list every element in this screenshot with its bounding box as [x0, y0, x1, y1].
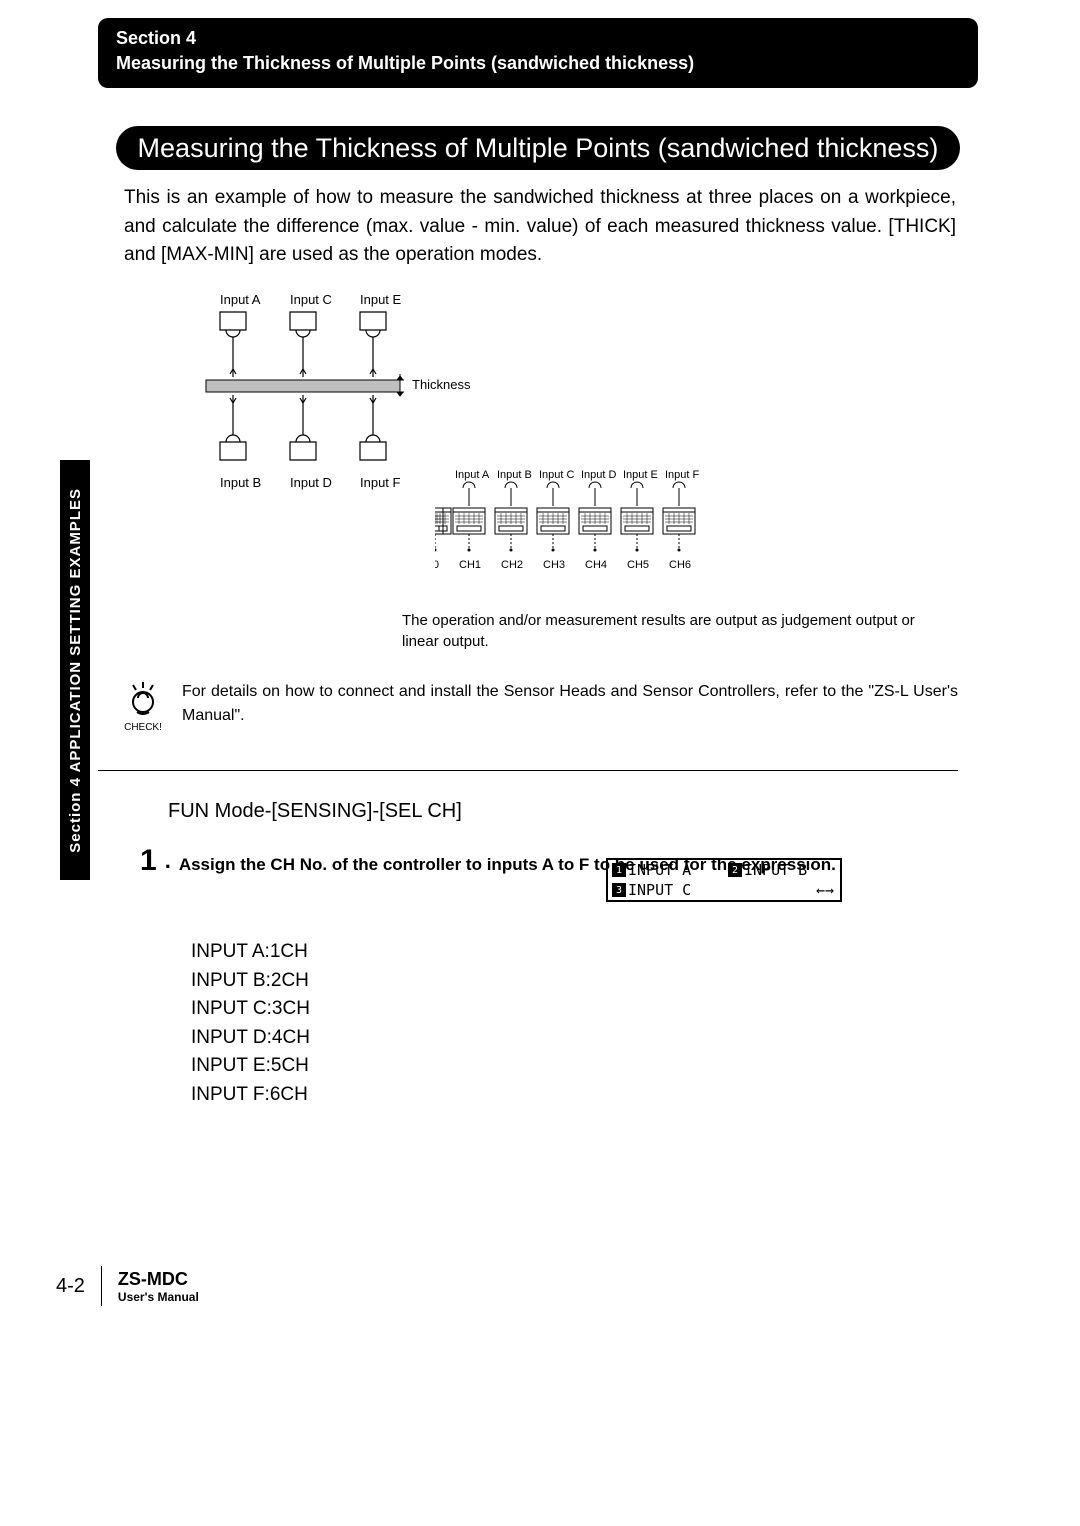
svg-text:CH4: CH4: [585, 559, 607, 571]
label-input-c: Input C: [290, 292, 332, 307]
section-title: Measuring the Thickness of Multiple Poin…: [116, 53, 960, 74]
check-icon: CHECK!: [118, 680, 168, 733]
svg-text:Input B: Input B: [497, 469, 532, 481]
output-note: The operation and/or measurement results…: [402, 610, 942, 652]
label-input-e: Input E: [360, 292, 402, 307]
svg-text:CH1: CH1: [459, 559, 481, 571]
manual-label: User's Manual: [118, 1290, 199, 1304]
svg-text:CH0: CH0: [435, 559, 439, 571]
sidebar-label: Section 4 APPLICATION SETTING EXAMPLES: [67, 488, 84, 853]
svg-text:CH5: CH5: [627, 559, 649, 571]
page-footer: 4-2 ZS-MDC User's Manual: [56, 1266, 199, 1306]
fun-mode-path: FUN Mode-[SENSING]-[SEL CH]: [168, 800, 462, 823]
list-item: INPUT A:1CH: [191, 938, 310, 967]
label-input-f: Input F: [360, 475, 401, 490]
list-item: INPUT E:5CH: [191, 1052, 310, 1081]
lcd-cell-2: 2INPUT B: [724, 861, 840, 879]
svg-text:Input C: Input C: [539, 469, 575, 481]
step-text: Assign the CH No. of the controller to i…: [179, 846, 960, 878]
footer-divider: [101, 1266, 102, 1306]
page-number: 4-2: [56, 1275, 85, 1298]
svg-text:Input A: Input A: [455, 469, 490, 481]
lcd-display: 1INPUT A 2INPUT B 3INPUT C ←→: [606, 858, 842, 902]
check-note: CHECK! For details on how to connect and…: [118, 680, 958, 733]
list-item: INPUT D:4CH: [191, 1024, 310, 1053]
sidebar-tab: Section 4 APPLICATION SETTING EXAMPLES: [60, 460, 90, 880]
svg-text:Input F: Input F: [665, 469, 700, 481]
lcd-arrow: ←→: [724, 881, 840, 899]
topic-title: Measuring the Thickness of Multiple Poin…: [138, 133, 939, 164]
intro-paragraph: This is an example of how to measure the…: [124, 184, 956, 270]
svg-text:CH3: CH3: [543, 559, 565, 571]
controller-diagram: Input A Input B Input C Input D Input E …: [435, 468, 835, 613]
label-input-a: Input A: [220, 292, 261, 307]
divider: [98, 770, 958, 771]
section-number: Section 4: [116, 28, 960, 49]
list-item: INPUT B:2CH: [191, 967, 310, 996]
input-channel-list: INPUT A:1CH INPUT B:2CH INPUT C:3CH INPU…: [191, 938, 310, 1109]
label-input-d: Input D: [290, 475, 332, 490]
thickness-label: Thickness: [412, 377, 471, 392]
label-input-b: Input B: [220, 475, 261, 490]
page-header: Section 4 Measuring the Thickness of Mul…: [98, 18, 978, 88]
topic-title-bar: Measuring the Thickness of Multiple Poin…: [116, 126, 960, 170]
list-item: INPUT C:3CH: [191, 995, 310, 1024]
lcd-cell-3: 3INPUT C: [608, 881, 724, 899]
svg-text:CH6: CH6: [669, 559, 691, 571]
step-number: 1: [140, 846, 157, 876]
svg-text:Input E: Input E: [623, 469, 658, 481]
check-label: CHECK!: [118, 722, 168, 733]
lcd-cell-1: 1INPUT A: [608, 861, 724, 879]
list-item: INPUT F:6CH: [191, 1081, 310, 1110]
svg-text:CH2: CH2: [501, 559, 523, 571]
product-name: ZS-MDC: [118, 1269, 199, 1290]
check-text: For details on how to connect and instal…: [182, 680, 958, 728]
svg-text:Input D: Input D: [581, 469, 617, 481]
